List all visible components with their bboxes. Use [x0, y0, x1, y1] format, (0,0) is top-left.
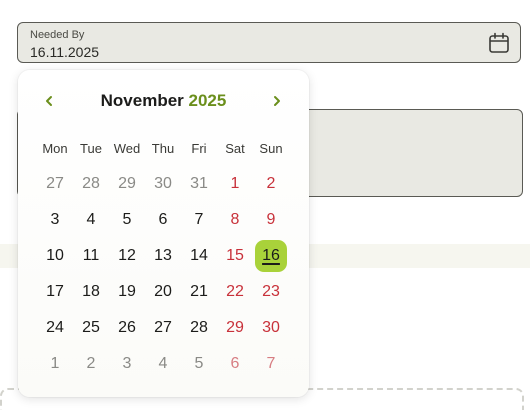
weekday-label: Tue — [80, 141, 102, 156]
calendar-day[interactable]: 18 — [75, 276, 107, 308]
calendar-day[interactable]: 10 — [39, 240, 71, 272]
calendar-day[interactable]: 1 — [39, 348, 71, 380]
needed-by-date-field[interactable]: Needed By 16.11.2025 — [17, 22, 521, 63]
year-label[interactable]: 2025 — [189, 91, 227, 110]
calendar-day[interactable]: 1 — [219, 168, 251, 200]
calendar-day[interactable]: 24 — [39, 312, 71, 344]
calendar-day[interactable]: 3 — [39, 204, 71, 236]
calendar-day[interactable]: 17 — [39, 276, 71, 308]
weekday-label: Wed — [113, 141, 141, 156]
calendar-day[interactable]: 14 — [183, 240, 215, 272]
calendar-day[interactable]: 5 — [111, 204, 143, 236]
calendar-day[interactable]: 15 — [219, 240, 251, 272]
calendar-day[interactable]: 31 — [183, 168, 215, 200]
calendar-day[interactable]: 3 — [111, 348, 143, 380]
calendar-day[interactable]: 2 — [75, 348, 107, 380]
calendar-day[interactable]: 21 — [183, 276, 215, 308]
calendar-day[interactable]: 30 — [255, 312, 287, 344]
month-label: November — [100, 91, 184, 110]
calendar-day[interactable]: 29 — [219, 312, 251, 344]
calendar-day[interactable]: 7 — [183, 204, 215, 236]
calendar-day[interactable]: 29 — [111, 168, 143, 200]
calendar-day[interactable]: 13 — [147, 240, 179, 272]
calendar-day[interactable]: 19 — [111, 276, 143, 308]
calendar-day[interactable]: 7 — [255, 348, 287, 380]
calendar-day[interactable]: 25 — [75, 312, 107, 344]
calendar-day[interactable]: 20 — [147, 276, 179, 308]
needed-by-label: Needed By — [30, 29, 85, 41]
calendar-header: November 2025 — [18, 90, 309, 112]
calendar-day[interactable]: 30 — [147, 168, 179, 200]
calendar-day[interactable]: 4 — [75, 204, 107, 236]
calendar-day[interactable]: 22 — [219, 276, 251, 308]
weekday-label: Sat — [225, 141, 245, 156]
calendar-day[interactable]: 27 — [147, 312, 179, 344]
calendar-day[interactable]: 5 — [183, 348, 215, 380]
weekday-label: Sun — [259, 141, 283, 156]
calendar-day[interactable]: 6 — [147, 204, 179, 236]
calendar-day[interactable]: 2 — [255, 168, 287, 200]
date-picker-popup: November 2025 Mon Tue Wed Thu Fri Sat Sun 27 28… — [18, 70, 309, 397]
calendar-day[interactable]: 28 — [75, 168, 107, 200]
calendar-day[interactable]: 23 — [255, 276, 287, 308]
weekday-label: Thu — [151, 141, 175, 156]
calendar-day[interactable]: 6 — [219, 348, 251, 380]
calendar-day[interactable]: 28 — [183, 312, 215, 344]
weekday-label: Mon — [42, 141, 68, 156]
calendar-icon[interactable] — [488, 32, 510, 54]
page: Needed By 16.11.2025 November 2025 Mon T… — [0, 0, 530, 410]
weekday-label: Fri — [191, 141, 207, 156]
needed-by-value[interactable]: 16.11.2025 — [30, 44, 99, 60]
chevron-right-icon[interactable] — [266, 90, 288, 112]
calendar-day-selected[interactable]: 16 — [255, 240, 287, 272]
calendar-day[interactable]: 11 — [75, 240, 107, 272]
calendar-day[interactable]: 4 — [147, 348, 179, 380]
calendar-day[interactable]: 9 — [255, 204, 287, 236]
calendar-day[interactable]: 8 — [219, 204, 251, 236]
calendar-day[interactable]: 12 — [111, 240, 143, 272]
calendar-day[interactable]: 27 — [39, 168, 71, 200]
calendar-day[interactable]: 26 — [111, 312, 143, 344]
